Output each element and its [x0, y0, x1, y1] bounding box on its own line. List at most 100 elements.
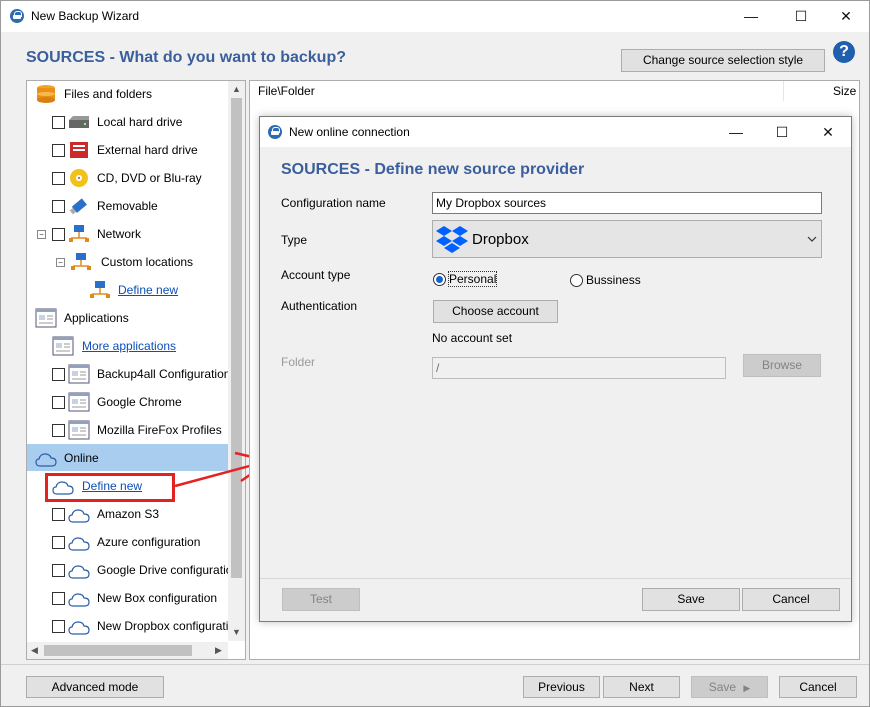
chevron-right-icon: ▶	[743, 683, 751, 693]
account-type-label: Account type	[281, 268, 351, 282]
checkbox[interactable]	[52, 564, 65, 577]
application-icon	[68, 392, 90, 412]
help-icon[interactable]: ?	[833, 41, 855, 63]
scroll-right-icon[interactable]: ▶	[215, 645, 222, 656]
cloud-icon	[35, 453, 57, 467]
source-tree: Files and folders Local hard drive Exter…	[26, 80, 246, 660]
checkbox[interactable]	[52, 144, 65, 157]
next-button[interactable]: Next	[603, 676, 680, 698]
checkbox[interactable]	[52, 228, 65, 241]
test-button[interactable]: Test	[282, 588, 360, 611]
window-title: New Backup Wizard	[31, 9, 140, 23]
checkbox[interactable]	[52, 424, 65, 437]
define-new-network-link[interactable]: Define new	[118, 277, 178, 303]
footer-cancel-button[interactable]: Cancel	[779, 676, 857, 698]
checkbox[interactable]	[52, 620, 65, 633]
tree-item-label: Mozilla FireFox Profiles	[97, 423, 222, 437]
checkbox[interactable]	[52, 200, 65, 213]
folder-label: Folder	[281, 355, 316, 369]
dialog-title: New online connection	[289, 125, 410, 139]
column-header-file-folder[interactable]: File\Folder	[258, 84, 315, 98]
dialog-minimize-button[interactable]: —	[713, 117, 759, 147]
checkbox[interactable]	[52, 368, 65, 381]
scroll-thumb[interactable]	[231, 98, 242, 578]
maximize-button[interactable]: ☐	[778, 1, 824, 32]
personal-radio[interactable]	[433, 273, 446, 286]
type-label: Type	[281, 233, 308, 247]
dialog-cancel-button[interactable]: Cancel	[742, 588, 840, 611]
account-status-text: No account set	[432, 331, 513, 345]
checkbox[interactable]	[52, 536, 65, 549]
dialog-maximize-button[interactable]: ☐	[759, 117, 805, 147]
browse-button[interactable]: Browse	[743, 354, 821, 377]
dialog-heading: SOURCES - Define new source provider	[281, 161, 585, 178]
collapse-icon[interactable]: −	[56, 258, 65, 267]
tree-item-label: Network	[97, 227, 142, 241]
footer-divider	[1, 664, 869, 665]
collapse-icon[interactable]: −	[37, 230, 46, 239]
minimize-button[interactable]: —	[728, 1, 774, 32]
network-icon	[69, 225, 89, 242]
backup-wizard-window: New Backup Wizard — ☐ ✕ SOURCES - What d…	[0, 0, 870, 707]
app-icon	[268, 125, 282, 139]
footer-save-label: Save	[708, 680, 737, 694]
tree-item-label: Removable	[97, 199, 158, 213]
dialog-close-button[interactable]: ✕	[805, 117, 851, 147]
personal-radio-label[interactable]: Personal	[447, 271, 498, 287]
dialog-footer-divider	[260, 578, 851, 579]
close-button[interactable]: ✕	[823, 1, 869, 32]
cloud-icon	[68, 621, 90, 635]
scroll-up-icon[interactable]: ▲	[232, 84, 241, 94]
tree-item-label: Google Chrome	[97, 395, 182, 409]
network-icon	[90, 281, 110, 298]
checkbox[interactable]	[52, 508, 65, 521]
tree-item-label: Online	[64, 451, 99, 465]
tree-horizontal-scrollbar[interactable]: ◀ ▶	[27, 642, 228, 659]
folder-input[interactable]: /	[432, 357, 726, 379]
disc-icon	[70, 169, 88, 187]
more-applications-link[interactable]: More applications	[82, 333, 176, 359]
checkbox[interactable]	[52, 172, 65, 185]
database-icon	[37, 85, 55, 103]
page-title: SOURCES - What do you want to backup?	[26, 49, 346, 66]
column-header-size[interactable]: Size	[833, 84, 856, 98]
checkbox[interactable]	[52, 116, 65, 129]
business-radio-label[interactable]: Bussiness	[586, 273, 641, 287]
type-dropdown-value: Dropbox	[472, 231, 529, 248]
cloud-icon	[68, 593, 90, 607]
application-icon	[68, 420, 90, 440]
tree-item-label: Custom locations	[101, 255, 194, 269]
change-selection-style-button[interactable]: Change source selection style	[621, 49, 825, 72]
tree-item-label: New Box configuration	[97, 591, 218, 605]
dialog-save-button[interactable]: Save	[642, 588, 740, 611]
business-radio[interactable]	[570, 274, 583, 287]
advanced-mode-button[interactable]: Advanced mode	[26, 676, 164, 698]
scroll-left-icon[interactable]: ◀	[31, 645, 38, 656]
scroll-down-icon[interactable]: ▼	[232, 627, 241, 637]
checkbox[interactable]	[52, 592, 65, 605]
choose-account-button[interactable]: Choose account	[433, 300, 558, 323]
chevron-down-icon	[807, 236, 817, 242]
network-icon	[71, 253, 91, 270]
checkbox[interactable]	[52, 396, 65, 409]
authentication-label: Authentication	[281, 299, 358, 313]
application-icon	[35, 308, 57, 328]
previous-button[interactable]: Previous	[523, 676, 600, 698]
tree-item-label: CD, DVD or Blu-ray	[97, 171, 202, 185]
cloud-icon	[68, 509, 90, 523]
tree-item-label: Backup4all Configuration	[97, 367, 231, 381]
footer-save-button[interactable]: Save ▶	[691, 676, 768, 698]
dialog-title-bar: New online connection — ☐ ✕	[260, 117, 851, 147]
scroll-thumb[interactable]	[44, 645, 192, 656]
tree-item-label: Files and folders	[64, 87, 153, 101]
tree-item-label: Google Drive configuration	[97, 563, 240, 577]
application-icon	[52, 336, 74, 356]
cloud-icon	[68, 565, 90, 579]
type-dropdown[interactable]: Dropbox	[432, 220, 822, 258]
tree-vertical-scrollbar[interactable]: ▲ ▼	[228, 81, 245, 641]
highlight-callout	[45, 473, 175, 502]
app-icon	[10, 9, 24, 23]
title-bar: New Backup Wizard — ☐ ✕	[1, 1, 869, 32]
config-name-input[interactable]: My Dropbox sources	[432, 192, 822, 214]
tree-item-label: New Dropbox configuration	[97, 619, 242, 633]
